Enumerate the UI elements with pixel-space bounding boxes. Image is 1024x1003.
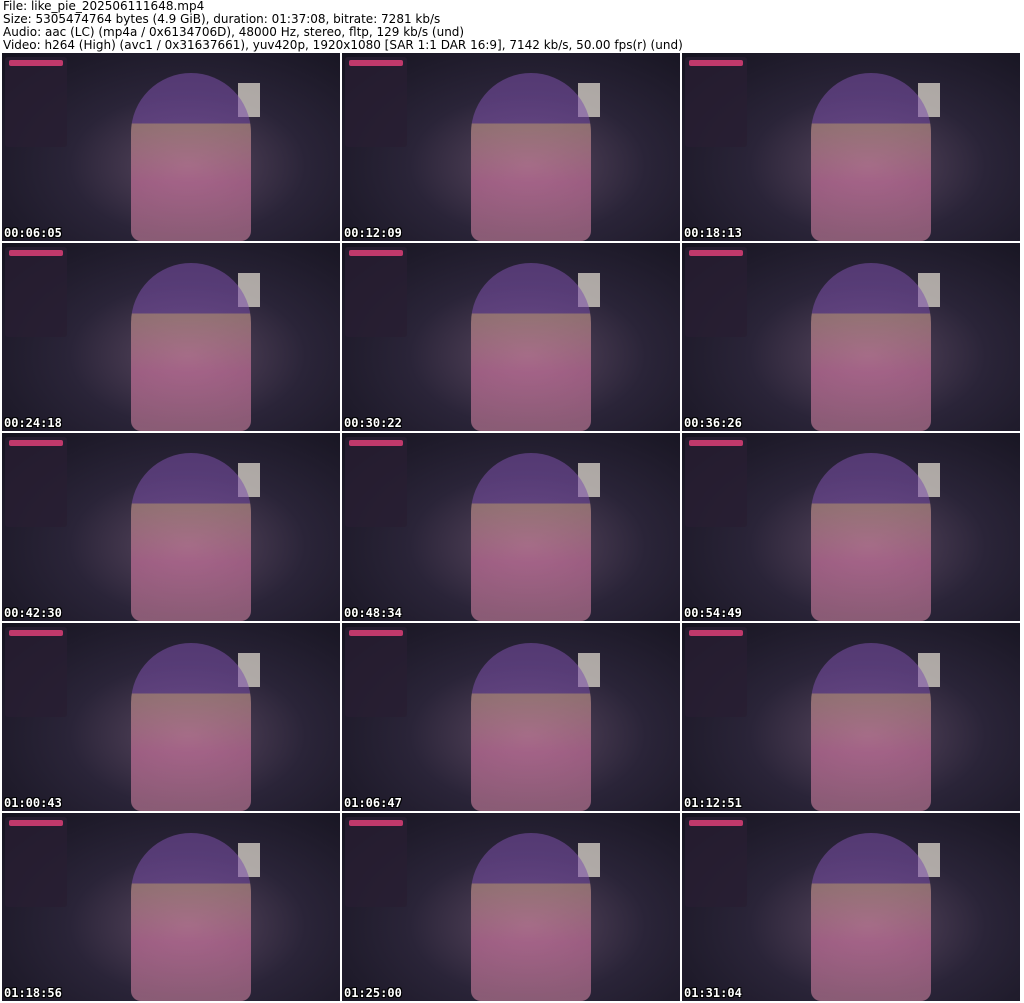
overlay-panel bbox=[345, 437, 407, 527]
video-thumbnail: 00:24:18 bbox=[2, 243, 340, 431]
thumbnail-timestamp: 00:30:22 bbox=[344, 416, 402, 430]
scene-placeholder bbox=[131, 643, 251, 811]
video-thumbnail: 01:18:56 bbox=[2, 813, 340, 1001]
thumbnail-timestamp: 01:25:00 bbox=[344, 986, 402, 1000]
video-thumbnail: 00:12:09 bbox=[342, 53, 680, 241]
overlay-panel bbox=[345, 247, 407, 337]
video-thumbnail: 00:18:13 bbox=[682, 53, 1020, 241]
video-info: Video: h264 (High) (avc1 / 0x31637661), … bbox=[3, 38, 683, 52]
video-thumbnail: 00:54:49 bbox=[682, 433, 1020, 621]
scene-placeholder bbox=[811, 263, 931, 431]
thumbnail-timestamp: 00:54:49 bbox=[684, 606, 742, 620]
scene-placeholder bbox=[131, 833, 251, 1001]
overlay-panel bbox=[345, 627, 407, 717]
thumbnail-timestamp: 00:06:05 bbox=[4, 226, 62, 240]
video-thumbnail: 01:25:00 bbox=[342, 813, 680, 1001]
thumbnail-timestamp: 01:18:56 bbox=[4, 986, 62, 1000]
thumbnail-timestamp: 00:24:18 bbox=[4, 416, 62, 430]
overlay-panel bbox=[5, 437, 67, 527]
video-thumbnail: 00:06:05 bbox=[2, 53, 340, 241]
overlay-panel bbox=[685, 57, 747, 147]
overlay-panel bbox=[685, 817, 747, 907]
scene-placeholder bbox=[471, 833, 591, 1001]
thumbnail-timestamp: 01:12:51 bbox=[684, 796, 742, 810]
video-thumbnail: 01:06:47 bbox=[342, 623, 680, 811]
video-thumbnail: 00:36:26 bbox=[682, 243, 1020, 431]
thumbnail-timestamp: 00:36:26 bbox=[684, 416, 742, 430]
video-thumbnail: 00:48:34 bbox=[342, 433, 680, 621]
overlay-panel bbox=[685, 627, 747, 717]
overlay-panel bbox=[685, 247, 747, 337]
scene-placeholder bbox=[811, 73, 931, 241]
scene-placeholder bbox=[811, 453, 931, 621]
video-thumbnail: 00:30:22 bbox=[342, 243, 680, 431]
scene-placeholder bbox=[131, 73, 251, 241]
thumbnail-timestamp: 01:06:47 bbox=[344, 796, 402, 810]
overlay-panel bbox=[345, 57, 407, 147]
thumbnail-timestamp: 00:18:13 bbox=[684, 226, 742, 240]
thumbnail-timestamp: 00:48:34 bbox=[344, 606, 402, 620]
file-info-header: File: like_pie_202506111648.mp4 Size: 53… bbox=[3, 0, 683, 52]
thumbnail-timestamp: 01:31:04 bbox=[684, 986, 742, 1000]
scene-placeholder bbox=[811, 833, 931, 1001]
scene-placeholder bbox=[131, 263, 251, 431]
scene-placeholder bbox=[811, 643, 931, 811]
overlay-panel bbox=[5, 817, 67, 907]
video-thumbnail: 01:00:43 bbox=[2, 623, 340, 811]
scene-placeholder bbox=[471, 453, 591, 621]
scene-placeholder bbox=[471, 643, 591, 811]
overlay-panel bbox=[5, 247, 67, 337]
overlay-panel bbox=[685, 437, 747, 527]
thumbnail-timestamp: 00:12:09 bbox=[344, 226, 402, 240]
overlay-panel bbox=[5, 57, 67, 147]
thumbnail-grid: 00:06:05 00:12:09 00:18:13 00:24:18 00:30:22… bbox=[2, 53, 1020, 1001]
scene-placeholder bbox=[131, 453, 251, 621]
thumbnail-timestamp: 00:42:30 bbox=[4, 606, 62, 620]
scene-placeholder bbox=[471, 263, 591, 431]
video-thumbnail: 01:12:51 bbox=[682, 623, 1020, 811]
video-thumbnail: 00:42:30 bbox=[2, 433, 340, 621]
scene-placeholder bbox=[471, 73, 591, 241]
video-thumbnail: 01:31:04 bbox=[682, 813, 1020, 1001]
overlay-panel bbox=[5, 627, 67, 717]
overlay-panel bbox=[345, 817, 407, 907]
thumbnail-timestamp: 01:00:43 bbox=[4, 796, 62, 810]
